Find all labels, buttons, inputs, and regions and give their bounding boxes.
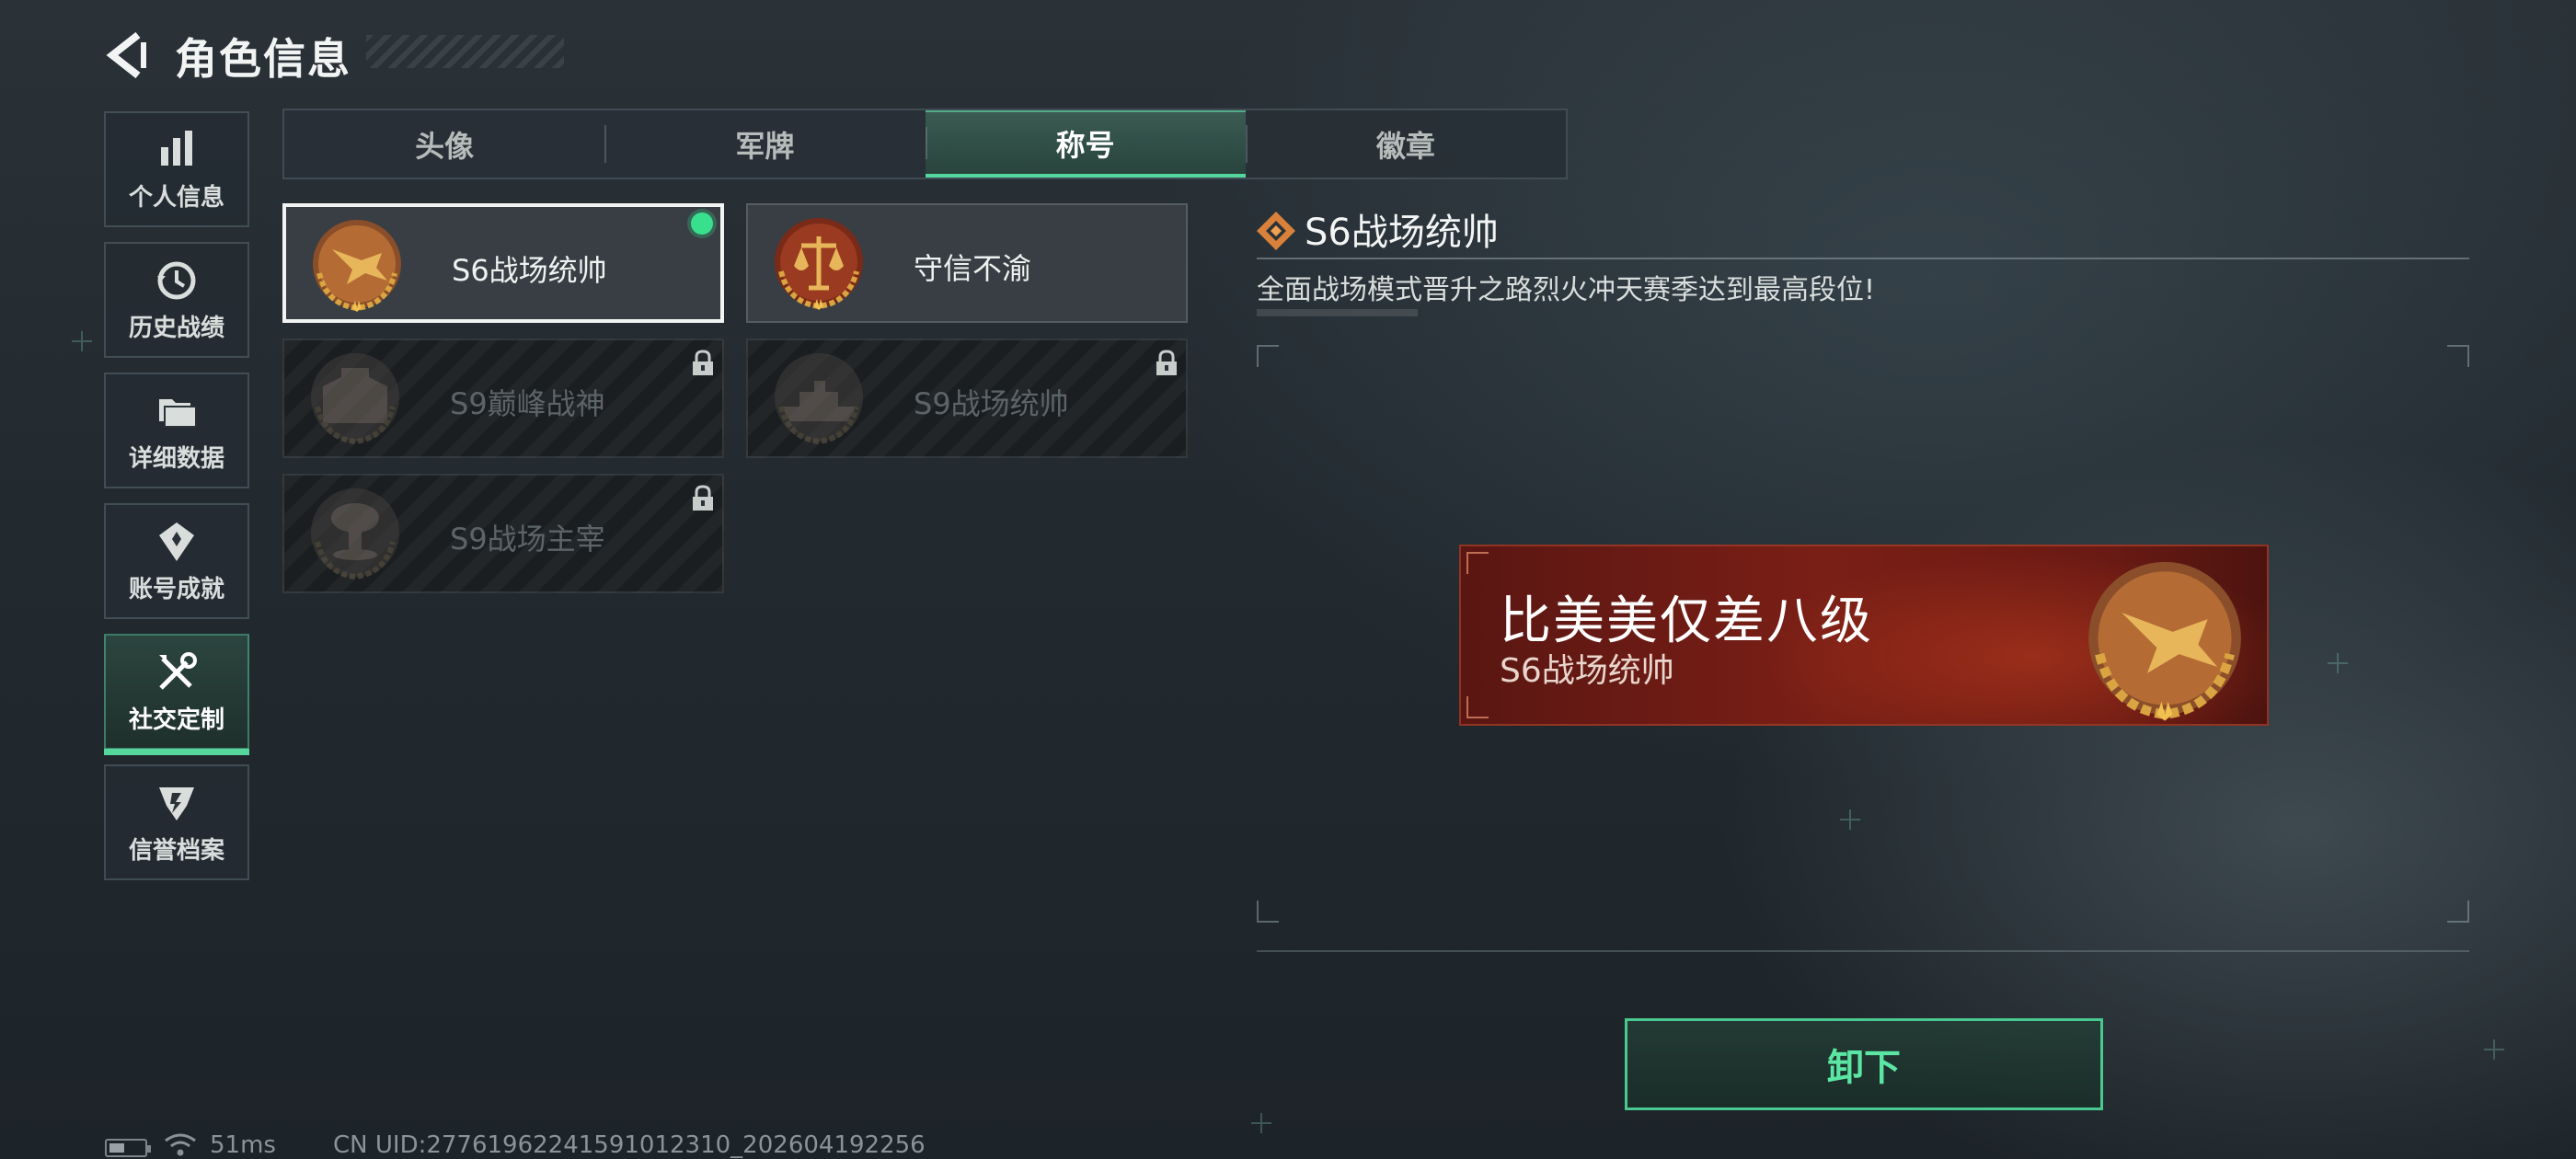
title-card-s6-commander[interactable]: S6战场统帅 [282,203,724,323]
nameplate-title: S6战场统帅 [1500,652,1674,690]
tab-title[interactable]: 称号 [925,110,1246,178]
lock-icon [693,485,713,511]
warship-medal-icon [775,353,863,445]
battery-icon [105,1139,151,1157]
lock-icon [1156,350,1177,375]
history-clock-icon [157,261,196,299]
title-card-s9-dominator[interactable]: S9战场主宰 [282,474,724,593]
diamond-emblem-icon [1257,212,1295,250]
frame-corner [1257,901,1279,923]
sidebar-item-label: 信誉档案 [128,836,224,865]
sidebar-item-credit-record[interactable]: 信誉档案 [104,764,249,880]
title-card-name: 守信不渝 [914,251,1032,286]
user-uid: CN UID:277619622415910123​10_20260419225… [333,1131,926,1159]
mushroom-cloud-medal-icon [311,488,399,580]
banner-corner [1466,696,1489,718]
nameplate-player-name: 比美美仅差八级 [1500,591,1873,651]
title-card-name: S9战场统帅 [914,386,1069,421]
lock-icon [693,350,713,375]
title-stripe-decoration [366,35,564,68]
sidebar-item-achievements[interactable]: 账号成就 [104,503,249,619]
grid-mark-decoration [2484,1039,2504,1060]
frame-corner [2447,345,2469,367]
selected-title-name: S6战场统帅 [1305,212,1499,254]
wifi-icon [165,1133,196,1156]
tools-icon [159,651,197,690]
title-card-name: S6战场统帅 [452,253,607,288]
title-card-name: S9战场主宰 [450,522,605,557]
credit-shield-icon [159,786,194,820]
fighter-jet-medal-icon [313,220,401,312]
achievement-icon [159,522,194,561]
equipped-indicator [691,212,713,235]
folder-icon [159,398,197,428]
ping-readout: 51ms [210,1131,276,1159]
grid-mark-decoration [72,331,92,351]
sidebar-item-label: 账号成就 [128,575,224,603]
title-card-s9-commander[interactable]: S9战场统帅 [746,339,1188,458]
divider [1257,258,2469,259]
sidebar-item-detailed-data[interactable]: 详细数据 [104,373,249,488]
bar-chart-icon [161,130,192,166]
page-title: 角色信息 [175,34,351,84]
sidebar-item-personal-info[interactable]: 个人信息 [104,111,249,227]
back-button[interactable] [101,28,156,83]
fighter-jet-medal-icon [2088,561,2241,721]
grid-mark-decoration [1251,1113,1271,1133]
sidebar-item-label: 历史战绩 [128,314,224,342]
frame-corner [2447,901,2469,923]
sidebar-item-history[interactable]: 历史战绩 [104,242,249,358]
tab-avatar[interactable]: 头像 [284,110,604,178]
scales-medal-icon [775,218,863,310]
fortress-medal-icon [311,353,399,445]
sidebar-item-social-custom[interactable]: 社交定制 [104,634,249,755]
title-description: 全面战场模式晋升之路烈火冲天赛季达到最高段位! [1257,274,1876,306]
sidebar-item-label: 详细数据 [128,444,224,473]
tab-dog-tag[interactable]: 军牌 [604,110,925,178]
sidebar-item-label: 个人信息 [128,183,224,212]
frame-corner [1257,345,1279,367]
description-underline-decoration [1257,309,1418,316]
back-arrow-icon [106,31,146,79]
banner-corner [1466,552,1489,574]
category-tabs: 头像 军牌 称号 徽章 [282,109,1568,179]
title-card-s9-war-god[interactable]: S9巅峰战神 [282,339,724,458]
title-card-name: S9巅峰战神 [450,386,605,421]
sidebar-item-label: 社交定制 [128,706,224,734]
tab-badge[interactable]: 徽章 [1245,110,1566,178]
title-card-trustworthy[interactable]: 守信不渝 [746,203,1188,323]
unequip-button[interactable]: 卸下 [1625,1018,2103,1110]
